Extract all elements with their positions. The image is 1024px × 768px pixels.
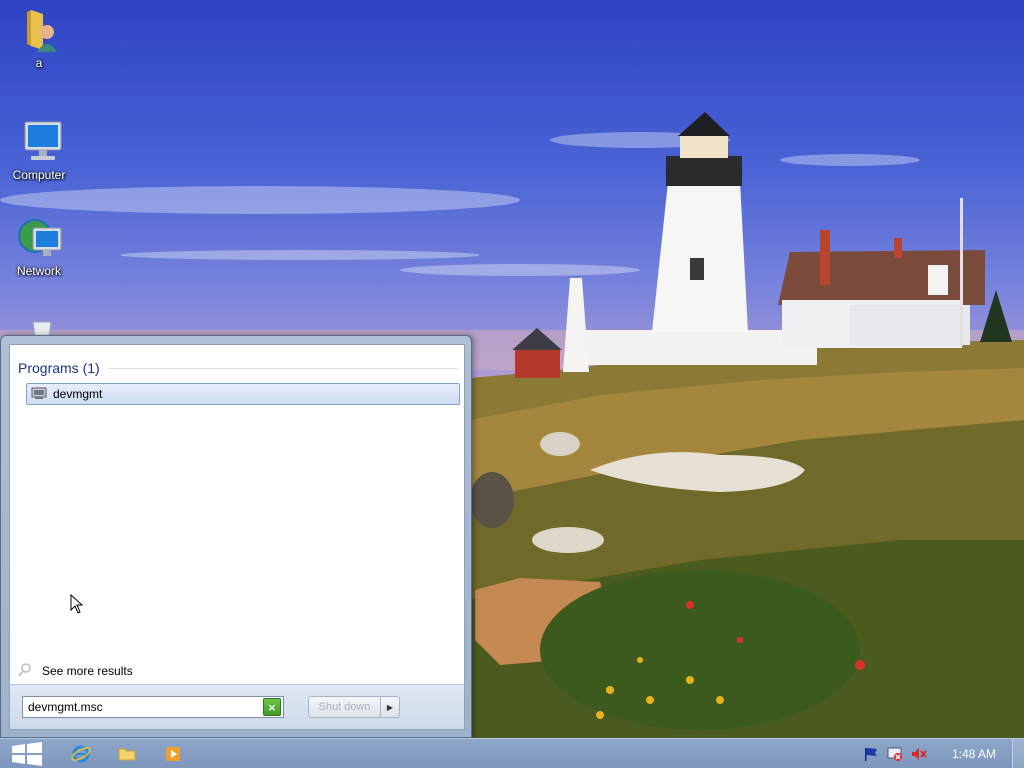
desktop-icon-label: Network: [16, 264, 61, 278]
search-icon: [18, 662, 32, 680]
programs-header-label: Programs (1): [18, 360, 100, 376]
header-divider: [107, 367, 458, 369]
network-error-icon[interactable]: [886, 745, 904, 763]
see-more-label: See more results: [42, 664, 133, 678]
start-menu-footer: × Shut down ▶: [9, 684, 465, 730]
computer-icon: [15, 118, 63, 166]
clear-search-icon[interactable]: ×: [263, 698, 281, 716]
media-player-icon[interactable]: [158, 742, 188, 766]
flag-icon[interactable]: [862, 745, 880, 763]
shutdown-button[interactable]: Shut down: [308, 696, 380, 718]
desktop-icon-user-folder[interactable]: a: [3, 6, 75, 70]
show-desktop-button[interactable]: [1012, 739, 1024, 768]
desktop-icon-network[interactable]: Network: [3, 214, 75, 278]
search-input[interactable]: [23, 697, 263, 717]
network-icon: [15, 214, 63, 262]
shutdown-group: Shut down ▶: [308, 696, 400, 718]
user-folder-icon: [15, 6, 63, 54]
speaker-muted-icon[interactable]: [910, 745, 928, 763]
device-manager-icon: [31, 385, 47, 404]
system-tray: 1:48 AM: [862, 739, 1024, 768]
taskbar: 1:48 AM: [0, 738, 1024, 768]
programs-header: Programs (1): [18, 359, 458, 377]
search-results-pane: Programs (1) devmgmt See more results: [9, 344, 465, 684]
start-menu: Programs (1) devmgmt See more results de…: [0, 335, 472, 738]
mouse-cursor-icon: [70, 593, 84, 617]
result-item-label: devmgmt: [53, 387, 103, 401]
desktop-icon-computer[interactable]: Computer: [3, 118, 75, 182]
windows-logo-icon[interactable]: [10, 741, 44, 767]
search-box[interactable]: ×: [22, 696, 284, 718]
desktop-icon-label: a: [35, 56, 43, 70]
result-item-devmgmt[interactable]: devmgmt: [26, 383, 460, 405]
desktop-icon-label: Computer: [12, 168, 66, 182]
chevron-right-icon[interactable]: ▶: [380, 696, 400, 718]
ie-icon[interactable]: [66, 742, 96, 766]
folder-icon[interactable]: [112, 742, 142, 766]
see-more-results-link[interactable]: See more results: [18, 661, 133, 681]
taskbar-clock[interactable]: 1:48 AM: [952, 747, 996, 761]
